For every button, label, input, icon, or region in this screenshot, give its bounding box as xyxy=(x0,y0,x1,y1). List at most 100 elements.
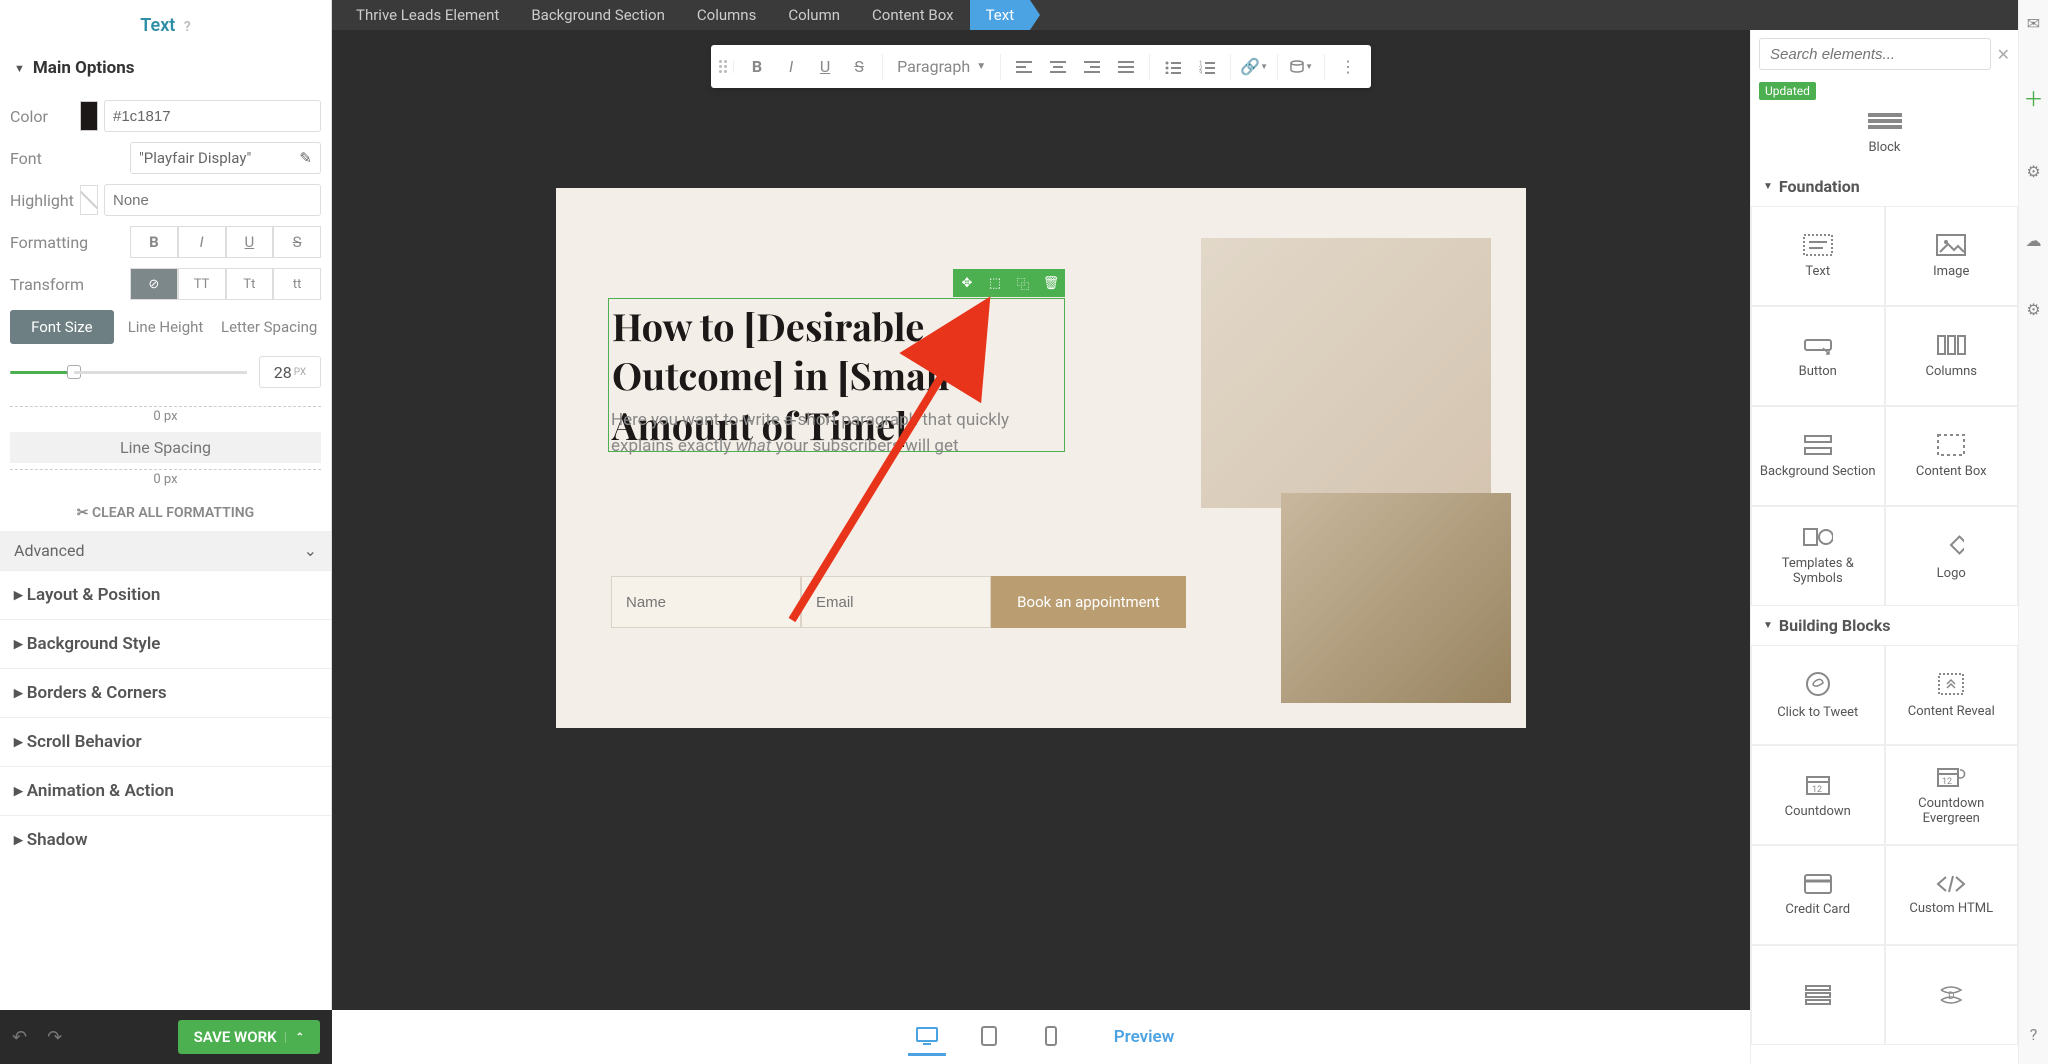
close-icon[interactable]: ✕ xyxy=(1997,45,2010,64)
block-element[interactable]: Block xyxy=(1751,104,2018,167)
foundation-header[interactable]: ▼Foundation xyxy=(1751,167,2018,206)
page-preview[interactable]: ✥ ⬚ ⿻ 🗑 How to [Desirable Outcome] in [S… xyxy=(556,188,1526,728)
elem-countdown-evergreen[interactable]: 12Countdown Evergreen xyxy=(1885,745,2019,845)
transform-cap-button[interactable]: Tt xyxy=(226,268,274,300)
elem-content-box[interactable]: Content Box xyxy=(1885,406,2019,506)
tb-strike[interactable]: S xyxy=(844,51,874,83)
accordion-shadow[interactable]: ▸ Shadow xyxy=(0,815,331,864)
font-select[interactable]: "Playfair Display" ✎ xyxy=(130,142,321,174)
accordion-background[interactable]: ▸ Background Style xyxy=(0,619,331,668)
font-size-slider[interactable] xyxy=(10,371,247,374)
accordion-animation[interactable]: ▸ Animation & Action xyxy=(0,766,331,815)
accordion-layout[interactable]: ▸ Layout & Position xyxy=(0,570,331,619)
elem-countdown[interactable]: 12Countdown xyxy=(1751,745,1885,845)
font-label: Font xyxy=(10,149,130,168)
breadcrumb-column[interactable]: Column xyxy=(772,0,856,30)
elem-text[interactable]: Text xyxy=(1751,206,1885,306)
email-input[interactable] xyxy=(801,576,991,628)
delete-icon[interactable]: 🗑 xyxy=(1037,269,1065,297)
strike-button[interactable]: S xyxy=(273,226,321,258)
transform-upper-button[interactable]: TT xyxy=(178,268,226,300)
breadcrumb-columns[interactable]: Columns xyxy=(681,0,772,30)
advanced-toggle[interactable]: Advanced ⌄ xyxy=(0,531,331,570)
tab-line-height[interactable]: Line Height xyxy=(114,310,218,344)
tb-data[interactable]: ▼ xyxy=(1286,51,1316,83)
save-element-icon[interactable]: ⬚ xyxy=(981,269,1009,297)
elem-more-1[interactable] xyxy=(1751,945,1885,1045)
mail-icon[interactable]: ✉ xyxy=(2027,14,2040,33)
cloud-icon[interactable]: ☁ xyxy=(2026,231,2042,250)
save-work-button[interactable]: SAVE WORK ⌃ xyxy=(178,1020,320,1054)
tb-paragraph-select[interactable]: Paragraph▼ xyxy=(891,57,992,76)
settings-icon[interactable]: ⚙ xyxy=(2026,162,2040,181)
elem-logo[interactable]: Logo xyxy=(1885,506,2019,606)
tb-link[interactable]: 🔗▼ xyxy=(1239,51,1269,83)
breadcrumb-text[interactable]: Text xyxy=(970,0,1031,30)
elem-credit-card[interactable]: Credit Card xyxy=(1751,845,1885,945)
tab-font-size[interactable]: Font Size xyxy=(10,310,114,344)
breadcrumb-thrive-leads[interactable]: Thrive Leads Element xyxy=(340,0,515,30)
slider-handle[interactable] xyxy=(67,365,81,379)
elem-more-2[interactable]: D xyxy=(1885,945,2019,1045)
clear-all-formatting[interactable]: ✂ CLEAR ALL FORMATTING xyxy=(10,495,321,531)
tb-ol[interactable]: 123 xyxy=(1192,51,1222,83)
duplicate-icon[interactable]: ⿻ xyxy=(1009,269,1037,297)
breadcrumb-background-section[interactable]: Background Section xyxy=(515,0,681,30)
elem-content-reveal[interactable]: Content Reveal xyxy=(1885,645,2019,745)
building-blocks-header[interactable]: ▼Building Blocks xyxy=(1751,606,2018,645)
tb-ul[interactable] xyxy=(1158,51,1188,83)
bottom-spacing-row: 0 px xyxy=(10,469,321,489)
chevron-down-icon: ▼ xyxy=(14,62,25,75)
preview-button[interactable]: Preview xyxy=(1114,1027,1175,1047)
move-icon[interactable]: ✥ xyxy=(953,269,981,297)
elem-bg-section[interactable]: Background Section xyxy=(1751,406,1885,506)
device-tablet-button[interactable] xyxy=(970,1018,1008,1056)
tb-underline[interactable]: U xyxy=(810,51,840,83)
tb-align-justify[interactable] xyxy=(1111,51,1141,83)
highlight-swatch[interactable] xyxy=(80,185,98,215)
drag-handle-icon[interactable] xyxy=(719,60,734,73)
tb-more[interactable]: ⋮ xyxy=(1333,51,1363,83)
elem-image[interactable]: Image xyxy=(1885,206,2019,306)
gear-icon[interactable]: ⚙ xyxy=(2026,300,2040,319)
tb-italic[interactable]: I xyxy=(776,51,806,83)
name-input[interactable] xyxy=(611,576,801,628)
breadcrumb-content-box[interactable]: Content Box xyxy=(856,0,970,30)
bold-button[interactable]: B xyxy=(130,226,178,258)
book-appointment-button[interactable]: Book an appointment xyxy=(991,576,1186,628)
font-size-value[interactable]: 28PX xyxy=(259,356,321,388)
color-label: Color xyxy=(10,107,80,126)
help-strip-icon[interactable]: ? xyxy=(2030,1025,2038,1044)
save-dropdown-icon[interactable]: ⌃ xyxy=(285,1032,304,1043)
description-text[interactable]: Here you want to write a short paragraph… xyxy=(611,408,1041,459)
color-swatch[interactable] xyxy=(80,101,98,131)
tb-align-left[interactable] xyxy=(1009,51,1039,83)
elem-templates[interactable]: Templates & Symbols xyxy=(1751,506,1885,606)
section-main-options[interactable]: ▼ Main Options xyxy=(0,46,331,90)
underline-button[interactable]: U xyxy=(226,226,274,258)
accordion-borders[interactable]: ▸ Borders & Corners xyxy=(0,668,331,717)
tb-bold[interactable]: B xyxy=(742,51,772,83)
help-icon[interactable]: ? xyxy=(184,19,191,35)
color-value-input[interactable] xyxy=(104,100,321,132)
main-options-body: Color Font "Playfair Display" ✎ Highligh… xyxy=(0,90,331,531)
elem-columns[interactable]: Columns xyxy=(1885,306,2019,406)
tb-align-center[interactable] xyxy=(1043,51,1073,83)
highlight-input[interactable] xyxy=(104,184,321,216)
elem-click-tweet[interactable]: Click to Tweet xyxy=(1751,645,1885,745)
device-mobile-button[interactable] xyxy=(1032,1018,1070,1056)
elem-button[interactable]: Button xyxy=(1751,306,1885,406)
pencil-icon[interactable]: ✎ xyxy=(299,149,312,167)
search-elements-input[interactable] xyxy=(1759,38,1991,70)
tb-align-right[interactable] xyxy=(1077,51,1107,83)
undo-button[interactable]: ↶ xyxy=(12,1027,27,1048)
transform-lower-button[interactable]: tt xyxy=(273,268,321,300)
tab-letter-spacing[interactable]: Letter Spacing xyxy=(217,310,321,344)
device-desktop-button[interactable] xyxy=(908,1018,946,1056)
italic-button[interactable]: I xyxy=(178,226,226,258)
elem-custom-html[interactable]: Custom HTML xyxy=(1885,845,2019,945)
add-element-icon[interactable]: ＋ xyxy=(2024,83,2044,112)
redo-button[interactable]: ↷ xyxy=(47,1027,62,1048)
accordion-scroll[interactable]: ▸ Scroll Behavior xyxy=(0,717,331,766)
transform-none-button[interactable]: ⊘ xyxy=(130,268,178,300)
